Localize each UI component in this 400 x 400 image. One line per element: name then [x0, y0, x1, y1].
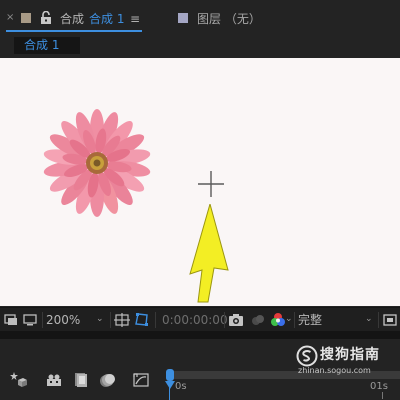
current-time-display[interactable]: 0:00:00:00: [162, 312, 228, 328]
ruler-tick-mark: [382, 392, 383, 399]
sogou-watermark: 搜狗指南 zhinan.sogou.com: [296, 343, 400, 377]
zoom-level-select[interactable]: 200%: [46, 312, 80, 328]
watermark-url: zhinan.sogou.com: [298, 366, 371, 375]
monitor-icon[interactable]: [22, 312, 38, 328]
grid-guides-icon[interactable]: [114, 312, 130, 328]
watermark-text: 搜狗指南: [320, 347, 380, 363]
panel-tab-bar: × 合成 合成 1 ≡ 图层 （无）: [0, 0, 400, 34]
close-tab-icon[interactable]: ×: [6, 13, 14, 23]
toolbar-divider: [155, 312, 156, 328]
toolbar-divider: [224, 312, 225, 328]
chevron-down-icon[interactable]: ⌄: [365, 314, 373, 324]
yellow-annotation-arrow: [189, 204, 229, 303]
anchor-crosshair-icon: [198, 171, 224, 197]
camera-snapshot-icon[interactable]: [228, 312, 244, 328]
composition-tab-name[interactable]: 合成 1: [89, 12, 124, 26]
comp-color-swatch: [21, 13, 31, 23]
ruler-tick-start: 0s: [175, 381, 187, 392]
composition-viewer[interactable]: [0, 58, 400, 306]
unlock-icon[interactable]: [40, 11, 52, 24]
work-area-start-handle[interactable]: [166, 369, 174, 381]
motion-blur-icon[interactable]: [98, 371, 116, 389]
toolbar-divider: [378, 312, 379, 328]
layer-tab-label[interactable]: 图层 （无）: [197, 12, 261, 26]
toolbar-divider: [110, 312, 111, 328]
viewer-toolbar: 200% ⌄ 0:00:00:00 ⌄ 完整 ⌄: [0, 307, 400, 331]
draft-3d-icon[interactable]: [10, 371, 28, 389]
frame-blending-icon[interactable]: [72, 371, 90, 389]
resolution-select[interactable]: 完整: [298, 312, 322, 328]
playhead-marker[interactable]: [165, 381, 175, 389]
color-channels-icon[interactable]: [270, 312, 286, 328]
composition-breadcrumb: 合成 1: [0, 34, 400, 58]
panel-menu-icon[interactable]: ≡: [130, 12, 140, 26]
chevron-down-icon[interactable]: ⌄: [285, 314, 293, 324]
toolbar-divider: [294, 312, 295, 328]
toolbar-divider: [42, 312, 43, 328]
hide-shy-layers-icon[interactable]: [45, 371, 63, 389]
panel-divider: [0, 331, 400, 339]
layer-color-swatch: [178, 13, 188, 23]
flower-image[interactable]: [42, 108, 152, 218]
show-snapshot-icon[interactable]: [250, 312, 266, 328]
active-tab-indicator: [6, 30, 142, 32]
composition-tab-label[interactable]: 合成: [60, 12, 84, 26]
always-preview-icon[interactable]: [3, 312, 19, 328]
mask-path-icon[interactable]: [134, 312, 150, 328]
region-of-interest-icon[interactable]: [382, 312, 398, 328]
breadcrumb-comp-1[interactable]: 合成 1: [14, 37, 80, 54]
ruler-tick-end: 01s: [370, 381, 388, 392]
sogou-logo-icon: [296, 345, 318, 367]
chevron-down-icon[interactable]: ⌄: [96, 314, 104, 324]
graph-editor-icon[interactable]: [132, 371, 150, 389]
